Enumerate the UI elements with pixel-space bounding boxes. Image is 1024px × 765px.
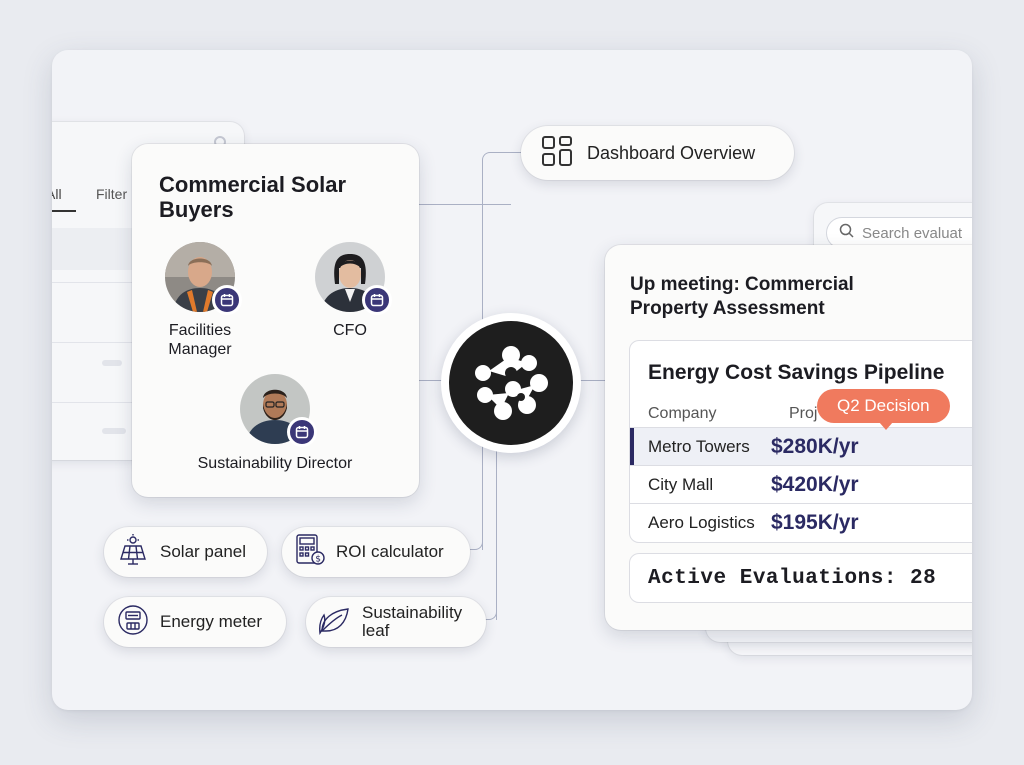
solar-panel-chip[interactable]: Solar panel [104, 527, 267, 577]
person-label-cfo: CFO [333, 322, 367, 339]
buyers-card-title: Commercial Solar Buyers [159, 172, 347, 222]
table-row[interactable]: City Mall $420K/yr [630, 465, 972, 503]
leaf-icon [318, 605, 352, 639]
calendar-badge-icon[interactable] [287, 417, 317, 447]
connector-line [496, 445, 497, 620]
energy-meter-label: Energy meter [160, 612, 263, 631]
buyers-card: Commercial Solar Buyers Facilities Manag… [132, 144, 419, 497]
row-company: Metro Towers [648, 436, 750, 456]
grid-icon [541, 135, 573, 172]
active-evaluations-label: Active Evaluations: 28 [648, 566, 937, 590]
tab-underline [52, 210, 76, 212]
meeting-card-title: Up meeting: Commercial Property Assessme… [630, 274, 854, 319]
tooltip-arrow [879, 422, 893, 430]
row-value: $420K/yr [771, 472, 859, 496]
search-placeholder: Search evaluat [862, 224, 963, 242]
energy-meter-icon [116, 603, 150, 642]
pipeline-title: Energy Cost Savings Pipeline [648, 361, 945, 384]
row-value: $195K/yr [771, 510, 859, 534]
row-value: $280K/yr [771, 434, 859, 458]
meeting-card: Up meeting: Commercial Property Assessme… [605, 245, 972, 630]
pipeline-table: Energy Cost Savings Pipeline Company Pro… [629, 340, 972, 543]
row-company: City Mall [648, 474, 714, 494]
roi-calculator-chip[interactable]: $ ROI calculator [282, 527, 470, 577]
connector-line [578, 380, 608, 381]
row-company: Aero Logistics [648, 512, 755, 532]
energy-meter-chip[interactable]: Energy meter [104, 597, 286, 647]
table-row[interactable]: Aero Logistics $195K/yr [630, 503, 972, 541]
hub-logo[interactable] [441, 313, 581, 453]
placeholder-bar [102, 428, 126, 434]
canvas-frame: All Filter Commercial Solar Buyers [52, 50, 972, 710]
placeholder-bar [102, 360, 122, 366]
search-icon [839, 223, 854, 243]
column-header-projected: Proj [789, 405, 818, 422]
dashboard-overview-button[interactable]: Dashboard Overview [521, 126, 794, 180]
row-highlight-bar [630, 428, 634, 465]
active-evaluations-box[interactable]: Active Evaluations: 28 [629, 553, 972, 603]
solar-panel-icon [116, 533, 150, 572]
column-header-company: Company [648, 405, 717, 422]
dashboard-overview-label: Dashboard Overview [587, 142, 756, 163]
hub-logo-mark-icon [449, 321, 573, 445]
tooltip-label: Q2 Decision [837, 396, 930, 415]
roi-calculator-label: ROI calculator [336, 542, 444, 561]
solar-panel-label: Solar panel [160, 542, 247, 561]
connector-line [482, 445, 483, 550]
calculator-icon: $ [294, 533, 326, 572]
sustainability-leaf-chip[interactable]: Sustainability leaf [306, 597, 486, 647]
svg-text:$: $ [315, 554, 321, 564]
calendar-badge-icon[interactable] [362, 285, 392, 315]
table-row[interactable]: Metro Towers $280K/yr [630, 427, 972, 465]
person-label-facilities-manager: Facilities Manager [168, 322, 232, 358]
calendar-badge-icon[interactable] [212, 285, 242, 315]
q2-decision-tooltip: Q2 Decision [817, 389, 950, 430]
tab-filter[interactable]: Filter [96, 186, 127, 202]
tab-all[interactable]: All [52, 186, 62, 202]
sustainability-leaf-label: Sustainability leaf [362, 603, 463, 640]
person-label-sustainability-director: Sustainability Director [197, 455, 353, 472]
